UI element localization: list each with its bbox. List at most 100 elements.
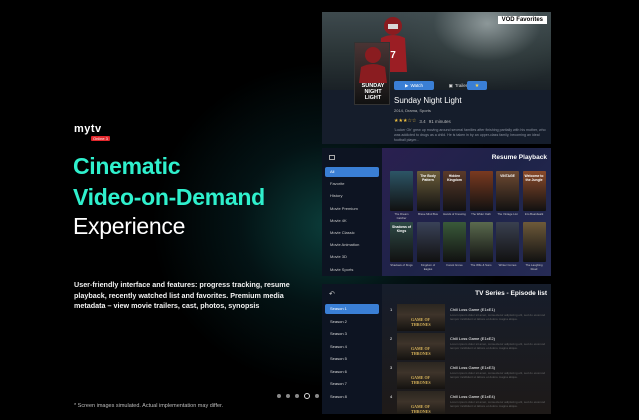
thumbnail-title: Welcome to the Jungle [524,174,544,182]
thumbnail-caption: The Dream Catcher [394,212,409,220]
movie-thumbnail[interactable] [469,222,493,262]
menu-icon[interactable] [329,155,335,160]
category-item[interactable]: Movie 3D [325,252,379,262]
thumbnail-caption: Into Boardwalk [524,212,544,216]
episode-number: 3 [390,365,393,370]
season-item[interactable]: Season 7 [325,379,379,389]
episode-description: Lorem ipsum dolor sit amet, consectetur … [450,313,546,321]
thumbnail-caption: Winter Comes [498,263,517,267]
movie-thumbnail[interactable] [496,222,519,262]
episode-art-text: GAME OF THRONES [411,317,431,327]
poster-player-icon [359,47,387,83]
episode-art-text: GAME OF THRONES [411,404,431,414]
season-sidebar: ↶ Season 1 Season 2 Season 3 Season 4 Season… [322,284,382,414]
watch-label: Watch [410,83,424,88]
vod-favorites-panel: 7 VOD Favorites SUNDAY NIGHT LIGHT ▶ Wat… [322,12,551,144]
movie-synopsis: 'Locker Oh' grew up moving around severa… [394,128,546,142]
thumbnail-caption: The Vintage List [497,212,518,216]
season-item[interactable]: Season 8 [325,392,379,402]
season-item[interactable]: Season 3 [325,329,379,339]
episode-list-title: TV Series - Episode list [475,290,547,297]
episode-row[interactable]: 3 GAME OF THRONES Chill Loss Game (E1xE3) L… [390,362,547,390]
movie-poster[interactable]: SUNDAY NIGHT LIGHT [354,42,390,105]
movie-thumbnail[interactable] [443,222,466,262]
category-item[interactable]: Movie Sports [325,265,379,275]
movie-thumbnail[interactable]: The Body Pattern [416,171,440,211]
headline-line-3: Experience [73,213,186,239]
disclaimer-note: * Screen images simulated. Actual implem… [74,403,224,409]
episode-title: Chill Loss Game (E1xE2) [450,336,495,341]
thumbnail-caption: Forest Grove [446,263,463,267]
tv-series-panel: ↶ Season 1 Season 2 Season 3 Season 4 Season… [322,284,551,414]
film-icon: ▣ [448,82,453,88]
pager-dot[interactable] [286,394,290,398]
star-icon: ★ [474,82,480,89]
category-item[interactable]: History [325,191,379,201]
episode-description: Lorem ipsum dolor sit amet, consectetur … [450,371,546,379]
movie-thumbnail[interactable] [469,171,493,211]
movie-thumbnail[interactable]: Shadows of Kings [390,222,413,262]
vod-favorites-badge: VOD Favorites [497,16,547,24]
movie-rating: ★★★☆☆ 3.4 91 minutes [394,118,451,124]
season-item[interactable]: Season 6 [325,367,379,377]
feature-description: User-friendly interface and features: pr… [74,280,290,310]
movie-thumbnail[interactable] [390,171,413,211]
episode-row[interactable]: 1 GAME OF THRONES Chill Loss Game (E1xE1) L… [390,304,547,332]
thumbnail-caption: The Wider Oath [471,212,491,216]
pager-dot[interactable] [315,394,319,398]
movie-meta: 2014, Drama, Sports [394,108,431,113]
thumbnail-caption: The Laughing Road [525,263,543,271]
headline-line-1: Cinematic [73,153,181,179]
category-item[interactable]: Movie 4K [325,216,379,226]
pager-dot[interactable] [295,394,299,398]
trailer-label: Trailer [454,83,468,88]
poster-title: SUNDAY NIGHT LIGHT [361,83,385,101]
thumbnail-title: VINTAGE [500,174,515,178]
movie-thumbnail[interactable]: VINTAGE [496,171,519,211]
season-item[interactable]: Season 2 [325,317,379,327]
category-item[interactable]: Movie Premium [325,204,379,214]
favorite-button[interactable]: ★ [467,81,487,90]
movie-thumbnail[interactable] [416,222,440,262]
episode-number: 1 [390,307,393,312]
category-sidebar: All Favorite History Movie Premium Movie 4K M… [322,148,382,276]
episode-image: GAME OF THRONES [397,362,445,389]
logo-wordmark: mytv [74,123,102,135]
movie-thumbnail[interactable]: Welcome to the Jungle [522,171,546,211]
season-item[interactable]: Season 4 [325,342,379,352]
resume-playback-panel: All Favorite History Movie Premium Movie 4K M… [322,148,551,276]
thumbnail-title: Shadows of Kings [391,225,412,233]
thumbnail-caption: Brave Mind Bus [418,212,438,216]
mytv-logo: mytv Online 3 [74,123,110,141]
season-item[interactable]: Season 1 [325,304,379,314]
rating-stars: ★★★☆☆ [394,118,417,124]
episode-description: Lorem ipsum dolor sit amet, consectetur … [450,400,546,408]
episode-row[interactable]: 4 GAME OF THRONES Chill Loss Game (E1xE4) L… [390,391,547,414]
category-item[interactable]: Favorite [325,179,379,189]
back-arrow-icon[interactable]: ↶ [329,290,335,298]
thumbnail-caption: Shadows of Kings [390,263,413,267]
watch-button[interactable]: ▶ Watch [394,81,434,90]
thumbnail-caption: Kingdom of Eagles [420,263,436,271]
episode-row[interactable]: 2 GAME OF THRONES Chill Loss Game (E1xE2) L… [390,333,547,361]
episode-image: GAME OF THRONES [397,333,445,360]
pager-dot[interactable] [304,393,310,399]
episode-title: Chill Loss Game (E1xE3) [450,365,495,370]
category-item[interactable]: Movie Classic [325,228,379,238]
episode-image: GAME OF THRONES [397,391,445,414]
episode-title: Chill Loss Game (E1xE4) [450,394,495,399]
category-item[interactable]: All [325,167,379,177]
logo-badge: Online 3 [91,136,110,141]
movie-title: Sunday Night Light [394,96,462,105]
episode-art-text: GAME OF THRONES [411,346,431,356]
episode-image: GAME OF THRONES [397,304,445,331]
category-item[interactable]: Movie Animation [325,240,379,250]
svg-text:7: 7 [390,50,396,61]
rating-value: 3.4 [419,118,426,124]
season-item[interactable]: Season 5 [325,354,379,364]
movie-thumbnail[interactable] [522,222,546,262]
resume-playback-title: Resume Playback [491,154,547,161]
pager-dot[interactable] [277,394,281,398]
headline-accent: Cinematic Video-on-Demand [73,151,265,213]
movie-thumbnail[interactable]: Hidden Kingdom [443,171,466,211]
